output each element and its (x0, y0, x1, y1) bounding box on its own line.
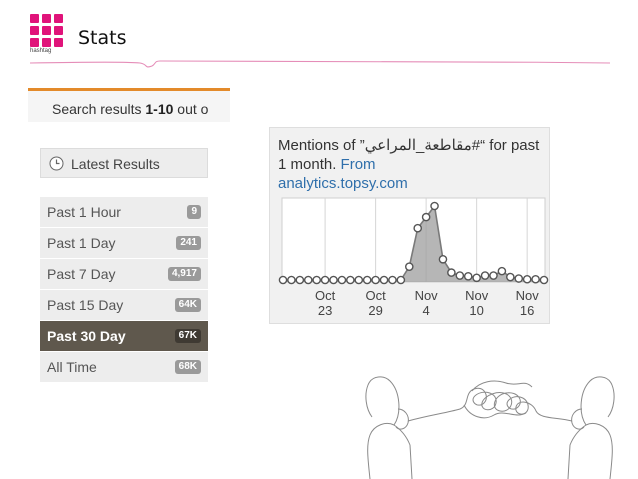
chart-data-point (539, 275, 549, 285)
chart-data-point (489, 271, 498, 280)
range-label: Past 1 Hour (47, 204, 121, 220)
chart-data-point (463, 272, 473, 281)
range-label: Past 15 Day (47, 297, 124, 313)
search-results-prefix: Search results (52, 101, 146, 117)
chart-data-point (413, 223, 423, 233)
chart-data-point (346, 275, 355, 285)
chart-data-point (447, 268, 456, 277)
chart-data-point (506, 272, 515, 282)
chart-data-point (514, 274, 524, 283)
chart-data-point (404, 262, 414, 271)
mentions-query: “#مقاطعة_المراعي” (359, 137, 486, 154)
search-results-bar: Search results 1-10 out o (28, 88, 230, 122)
chart-tick-label-day: 16 (520, 303, 534, 318)
chart-data-point (354, 275, 364, 285)
chart-tick-label-month: Oct (365, 288, 386, 303)
header-divider (30, 60, 610, 68)
chart-tick-label-month: Nov (465, 288, 489, 303)
chart-data-point (497, 266, 507, 276)
chart-tick-label-day: 29 (368, 303, 382, 318)
chart-data-point (388, 275, 397, 285)
chart-tick-label-month: Nov (516, 288, 540, 303)
range-count-badge: 241 (176, 236, 201, 250)
chart-data-point (472, 273, 481, 283)
range-count-badge: 67K (174, 329, 201, 343)
latest-results-button[interactable]: Latest Results (40, 148, 208, 178)
chart-data-point (337, 275, 347, 285)
chart-tick-label-day: 23 (318, 303, 332, 318)
range-count-badge: 4,917 (167, 267, 201, 281)
chart-data-point (438, 254, 448, 264)
range-past-30-day[interactable]: Past 30 Day 67K (40, 321, 208, 352)
chart-data-point (320, 275, 330, 285)
range-all-time[interactable]: All Time 68K (40, 352, 208, 383)
chart-data-point (312, 275, 321, 285)
mentions-heading: Mentions of “#مقاطعة_المراعي” for past 1… (278, 136, 546, 193)
range-count-badge: 64K (174, 298, 201, 312)
clock-icon (49, 156, 64, 171)
chart-data-point (287, 275, 296, 285)
logo-grid-icon (30, 14, 63, 47)
chart-tick-label-month: Nov (415, 288, 439, 303)
range-past-1-hour[interactable]: Past 1 Hour 9 (40, 197, 208, 228)
range-label: Past 7 Day (47, 266, 116, 282)
chart-data-point (396, 275, 406, 285)
range-label: Past 1 Day (47, 235, 116, 251)
chart-data-point (379, 275, 389, 285)
chart-tick-label-day: 4 (423, 303, 430, 318)
search-results-range: 1-10 (145, 101, 174, 117)
range-count-badge: 68K (174, 360, 201, 374)
search-results-text: Search results 1-10 out o (52, 101, 208, 117)
time-range-list: Past 1 Hour 9 Past 1 Day 241 Past 7 Day … (40, 197, 208, 383)
source-link[interactable]: analytics.topsy.com (278, 175, 408, 192)
chart-data-point (531, 274, 540, 284)
mentions-panel: Mentions of “#مقاطعة_المراعي” for past 1… (269, 127, 550, 324)
hashtag-logo: hashtag (30, 14, 66, 56)
mentions-chart: Oct23Oct29Nov4Nov10Nov16 (278, 197, 549, 318)
latest-results-label: Latest Results (71, 156, 160, 172)
chart-tick-label-day: 10 (469, 303, 483, 318)
chart-tick-label-month: Oct (315, 288, 336, 303)
mentions-prefix: Mentions of (278, 137, 360, 154)
chart-data-point (329, 275, 338, 285)
search-results-suffix: out o (173, 101, 209, 117)
page-title: Stats (78, 27, 127, 49)
chart-data-point (522, 274, 532, 284)
range-past-15-day[interactable]: Past 15 Day 64K (40, 290, 208, 321)
range-label: Past 30 Day (47, 328, 126, 344)
chart-data-point (480, 271, 490, 280)
source-link-lead[interactable]: From (341, 156, 376, 173)
chart-data-point (371, 275, 380, 285)
range-past-7-day[interactable]: Past 7 Day 4,917 (40, 259, 208, 290)
chart-data-point (303, 275, 313, 285)
chart-data-point (362, 275, 372, 285)
range-label: All Time (47, 359, 97, 375)
range-count-badge: 9 (187, 205, 201, 219)
range-past-1-day[interactable]: Past 1 Day 241 (40, 228, 208, 259)
chart-data-point (295, 275, 305, 285)
chart-data-point (278, 275, 288, 285)
chart-data-point (430, 201, 439, 211)
chart-data-point (421, 212, 431, 222)
chart-data-point (455, 271, 465, 280)
people-thinking-illustration (365, 376, 615, 479)
